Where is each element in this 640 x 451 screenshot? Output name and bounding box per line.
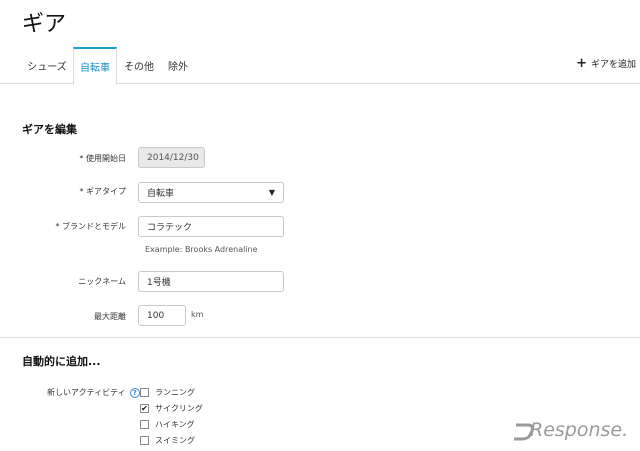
gear-tabs: シューズ 自転車 その他 除外	[0, 47, 640, 85]
brand-model-input[interactable]: コラテック	[138, 216, 284, 237]
plus-icon: +	[576, 55, 587, 71]
checkbox-cycling[interactable]: ✔ サイクリング	[140, 403, 203, 414]
gear-type-label: * ギアタイプ	[79, 187, 126, 196]
section-divider	[0, 337, 640, 338]
max-distance-label: 最大距離	[94, 312, 126, 321]
start-date-field[interactable]: 2014/12/30	[138, 147, 205, 168]
checkbox-label: ハイキング	[155, 420, 195, 429]
checkbox-box-checked[interactable]: ✔	[140, 404, 149, 413]
brand-model-label: * ブランドとモデル	[55, 222, 126, 231]
add-gear-button[interactable]: + ギアを追加	[576, 55, 636, 71]
gear-type-value: 自転車	[147, 189, 175, 199]
add-gear-label: ギアを追加	[590, 60, 636, 70]
gear-type-select[interactable]: 自転車 ▼	[138, 182, 284, 203]
checkbox-running[interactable]: ランニング	[140, 387, 195, 398]
edit-gear-heading: ギアを編集	[22, 123, 77, 136]
nickname-label: ニックネーム	[78, 277, 126, 286]
brand-model-hint: Example: Brooks Adrenaline	[145, 245, 258, 254]
checkbox-swimming[interactable]: スイミング	[140, 435, 195, 446]
checkbox-box[interactable]	[140, 436, 149, 445]
watermark-text: Response.	[530, 419, 629, 441]
tab-bike[interactable]: 自転車	[73, 47, 117, 85]
caret-down-icon: ▼	[268, 188, 275, 197]
checkbox-box[interactable]	[140, 420, 149, 429]
new-activities-label-row: 新しいアクティビティ ?	[47, 387, 140, 398]
checkbox-label: スイミング	[155, 436, 195, 445]
question-circle-icon[interactable]: ?	[129, 387, 140, 398]
max-distance-input[interactable]: 100	[138, 305, 186, 326]
checkbox-label: ランニング	[155, 388, 195, 397]
new-activities-label: 新しいアクティビティ	[47, 388, 126, 397]
distance-unit: km	[191, 310, 204, 319]
auto-add-heading: 自動的に追加...	[22, 355, 101, 368]
nickname-input[interactable]: 1号機	[138, 271, 284, 292]
tab-other[interactable]: その他	[119, 47, 159, 84]
checkbox-label: サイクリング	[155, 404, 203, 413]
tab-excluded[interactable]: 除外	[162, 47, 194, 84]
watermark-logo: Response.	[512, 413, 632, 447]
checkbox-hiking[interactable]: ハイキング	[140, 419, 195, 430]
tab-shoes[interactable]: シューズ	[22, 47, 72, 84]
checkbox-box[interactable]	[140, 388, 149, 397]
page-title: ギア	[22, 12, 67, 37]
start-date-label: * 使用開始日	[79, 154, 126, 163]
